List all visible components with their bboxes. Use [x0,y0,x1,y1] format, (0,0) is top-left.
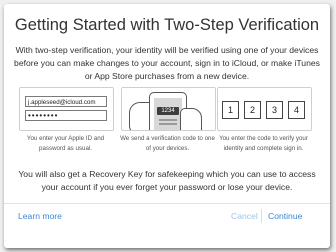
step-device-illustration: 1234 [121,87,216,131]
button-separator [261,209,262,223]
two-step-dialog: Getting Started with Two-Step Verificati… [4,4,330,248]
continue-button[interactable]: Continue [268,211,302,221]
code-digit-box: 2 [244,101,261,119]
code-digit-box: 3 [266,101,283,119]
intro-text: With two-step verification, your identit… [14,45,320,81]
dialog-title: Getting Started with Two-Step Verificati… [14,16,320,34]
learn-more-link[interactable]: Learn more [18,211,62,221]
thumb-icon [180,108,202,130]
step-caption: You enter your Apple ID and password as … [26,135,105,152]
code-digit-box: 1 [222,101,239,119]
verification-code: 1234 [157,107,179,115]
step-code-entry-illustration: 1 2 3 4 [217,87,312,131]
step-caption: You enter the code to verify your identi… [219,135,308,152]
step-caption: We send a verification code to one of yo… [120,135,215,152]
password-field: •••••••• [25,110,107,121]
footer-divider [4,203,330,204]
cancel-button[interactable]: Cancel [231,211,258,221]
recovery-key-text: You will also get a Recovery Key for saf… [18,169,316,192]
code-digit-box: 4 [288,101,305,119]
step-sign-in-illustration: j.appleseed@icloud.com •••••••• [19,87,114,131]
apple-id-field: j.appleseed@icloud.com [25,96,107,107]
